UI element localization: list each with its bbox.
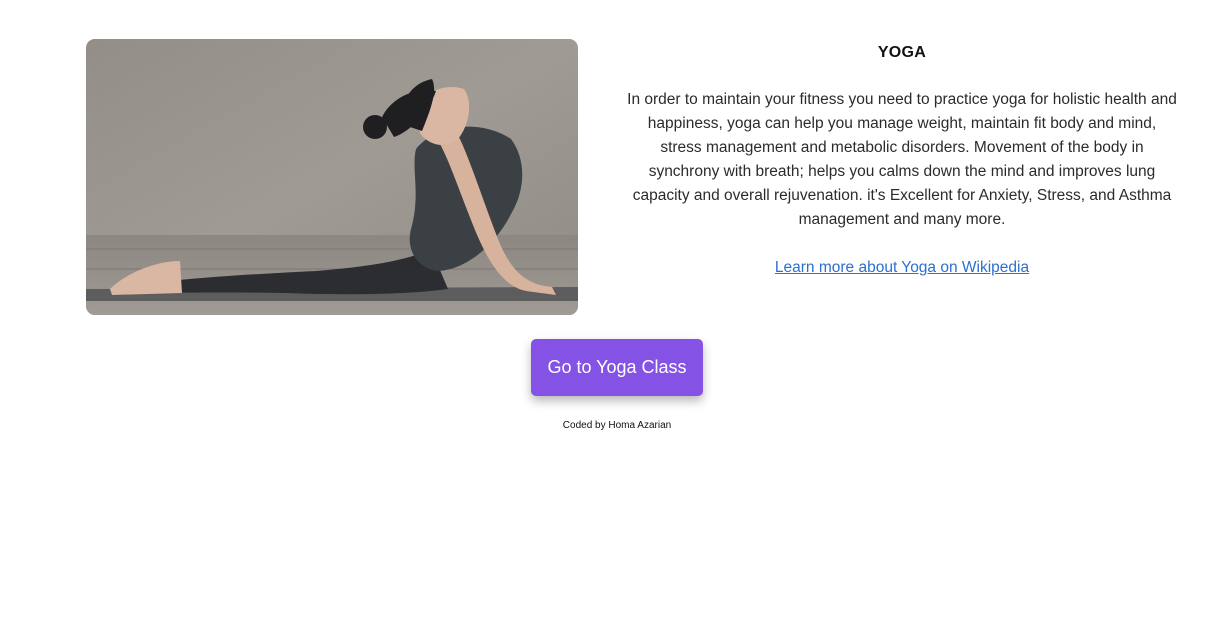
footer-credit: Coded by Homa Azarian	[562, 420, 672, 431]
go-to-yoga-class-button[interactable]: Go to Yoga Class	[531, 339, 703, 396]
yoga-photo	[86, 39, 578, 315]
page-title: YOGA	[877, 44, 927, 61]
yoga-card: YOGA In order to maintain your fitness y…	[86, 39, 1178, 315]
wikipedia-link[interactable]: Learn more about Yoga on Wikipedia	[775, 256, 1029, 280]
yoga-info: YOGA In order to maintain your fitness y…	[626, 39, 1178, 280]
yoga-description: In order to maintain your fitness you ne…	[627, 91, 1177, 228]
